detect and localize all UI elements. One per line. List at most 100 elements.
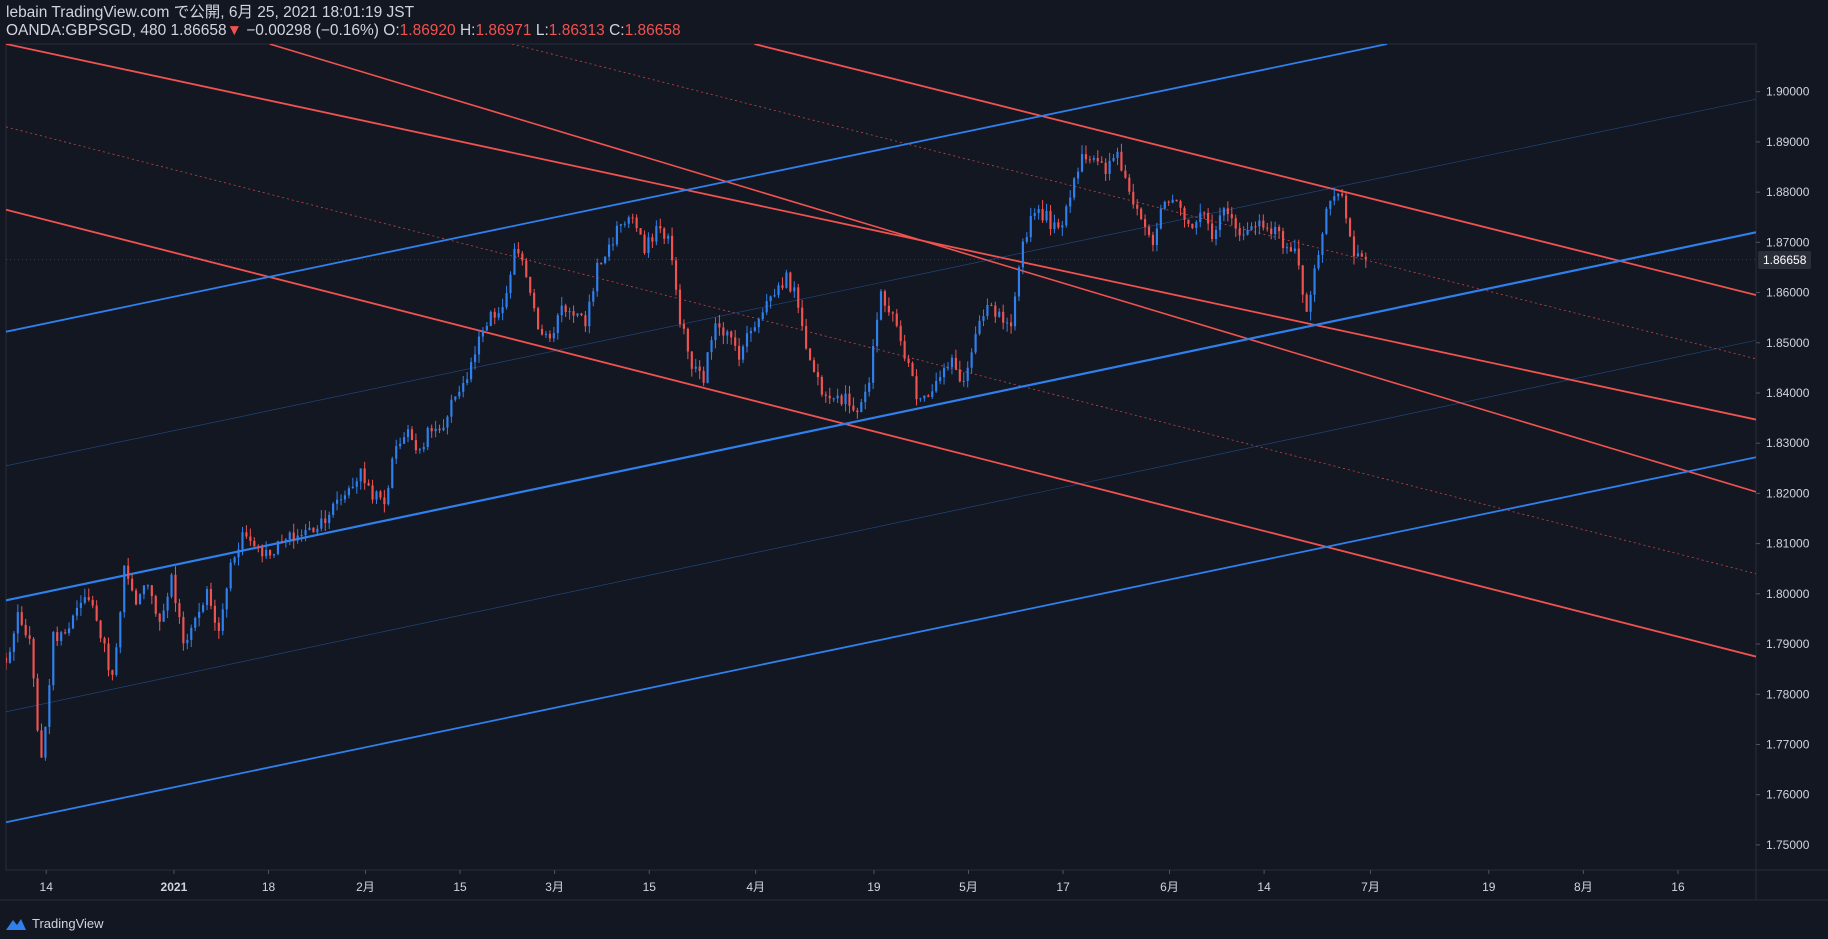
candle-body [801, 307, 804, 327]
x-tick-label: 7月 [1361, 880, 1380, 894]
candle-body [757, 319, 760, 328]
price-chart[interactable]: 1.90000 1.89000 1.88000 1.87000 1.86000 1.850… [0, 0, 1828, 939]
candle-body [422, 447, 425, 450]
candle-body [1207, 212, 1210, 224]
candle-body [48, 685, 51, 727]
candle-body [213, 605, 216, 623]
candle-body [1140, 208, 1143, 220]
x-tick-label: 19 [1482, 880, 1496, 894]
candle-body [265, 549, 268, 557]
footer-brand[interactable]: TradingView [5, 916, 104, 931]
candle-body [328, 514, 331, 524]
candle-body [1356, 253, 1359, 257]
candle-body [225, 588, 228, 610]
candle-body [785, 272, 788, 288]
candle-body [134, 590, 138, 605]
candle-body [257, 546, 260, 548]
candle-body [501, 307, 504, 314]
candle-body [533, 292, 536, 309]
y-tick-label: 1.78000 [1766, 687, 1810, 701]
candle-body [950, 357, 954, 368]
candle-body [1179, 201, 1182, 208]
x-tick-label: 16 [1671, 880, 1685, 894]
candle-body [44, 726, 47, 758]
candle-body [229, 562, 232, 589]
candle-body [127, 565, 130, 579]
candle-body [1128, 177, 1131, 192]
candle-body [347, 488, 350, 496]
candle-body [320, 518, 323, 529]
y-tick-label: 1.79000 [1766, 637, 1810, 651]
trend-line [6, 44, 1388, 333]
candle-body [399, 443, 402, 447]
trend-line [269, 44, 1756, 493]
candle-body [1218, 215, 1222, 230]
candle-body [836, 395, 839, 399]
candle-body [1226, 208, 1229, 215]
candle-body [1041, 209, 1044, 221]
candle-body [1013, 296, 1017, 327]
candle-body [442, 427, 445, 431]
candle-body [706, 352, 709, 383]
candle-body [556, 315, 559, 334]
candle-body [332, 503, 335, 515]
candle-body [521, 253, 524, 261]
candle-body [509, 274, 512, 294]
candle-body [375, 491, 378, 500]
candle-body [1076, 171, 1080, 179]
candle-body [868, 382, 871, 392]
y-tick-label: 1.76000 [1766, 788, 1810, 802]
candle-body [1163, 201, 1166, 209]
candle-body [544, 333, 548, 335]
candle-body [879, 291, 883, 320]
candle-body [103, 638, 106, 644]
candle-body [261, 547, 264, 557]
y-tick-label: 1.80000 [1766, 587, 1810, 601]
candle-body [131, 578, 134, 591]
candle-body [233, 557, 236, 563]
candle-body [552, 333, 555, 339]
candle-body [777, 285, 780, 296]
candle-body [856, 410, 859, 413]
candle-body [678, 289, 682, 324]
candle-body [596, 262, 599, 292]
candle-body [741, 346, 745, 360]
candle-body [832, 398, 835, 400]
candle-body [927, 395, 930, 397]
candle-body [1120, 151, 1123, 171]
candle-body [1006, 322, 1009, 324]
candle-body [686, 328, 689, 352]
candle-body [564, 305, 567, 313]
candle-body [115, 647, 118, 675]
candle-body [1159, 208, 1162, 229]
x-tick-label: 8月 [1574, 880, 1593, 894]
candle-body [1301, 265, 1304, 295]
candle-body [178, 603, 181, 618]
candle-body [588, 301, 591, 327]
candle-body [639, 228, 642, 235]
candle-body [907, 358, 910, 364]
candle-body [458, 391, 461, 397]
candle-body [722, 327, 725, 336]
candle-body [718, 323, 721, 328]
candle-body [485, 325, 488, 331]
candle-body [454, 396, 457, 400]
candle-body [623, 223, 626, 225]
candle-body [1045, 210, 1048, 221]
trend-line [6, 98, 1756, 467]
candle-body [272, 553, 276, 556]
x-tick-label: 14 [40, 880, 54, 894]
candle-body [627, 217, 630, 224]
candle-body [1167, 201, 1170, 203]
plot-frame [5, 43, 1757, 871]
candle-body [138, 594, 142, 605]
candle-body [339, 499, 343, 501]
candle-body [32, 638, 35, 679]
trend-line [6, 231, 1756, 602]
candle-body [170, 574, 173, 597]
candle-body [158, 613, 161, 622]
candle-body [16, 612, 19, 634]
candle-body [1289, 247, 1292, 252]
candle-body [410, 429, 414, 441]
candle-body [371, 485, 374, 500]
